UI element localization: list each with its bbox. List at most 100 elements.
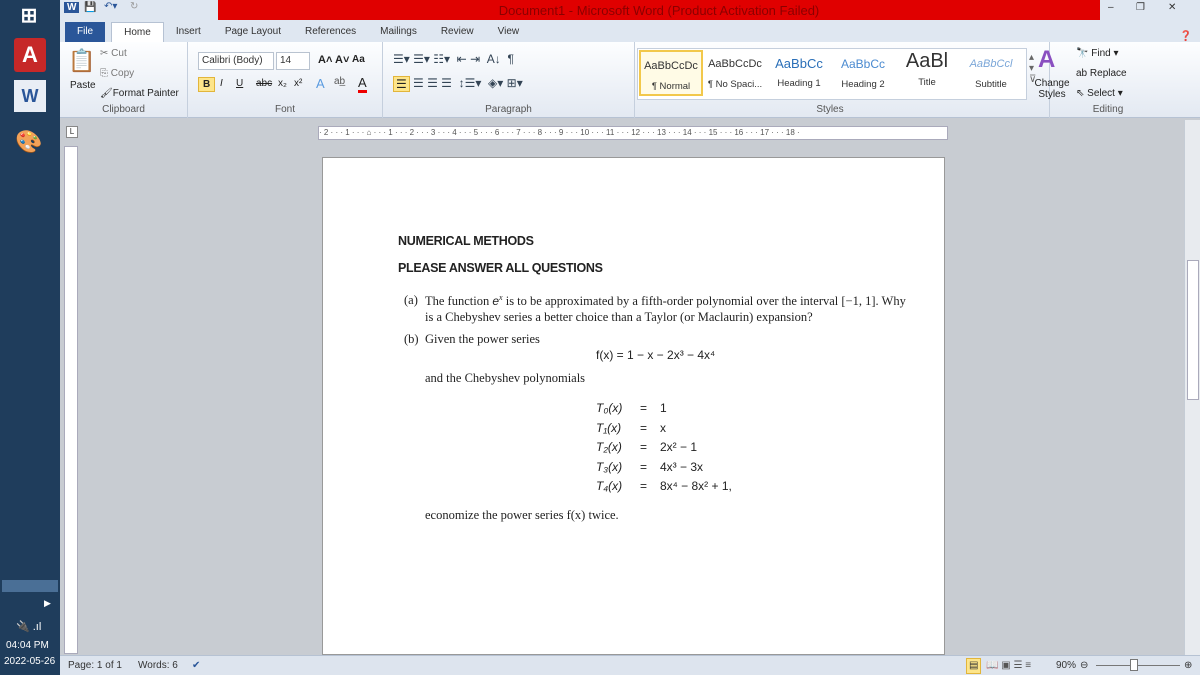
tab-selector[interactable]: L (66, 126, 78, 138)
zoom-slider[interactable] (1096, 665, 1180, 666)
view-mode-icons[interactable]: 📖 ▣ ☰ ≡ (986, 656, 1031, 675)
underline-button[interactable]: U (236, 78, 243, 89)
change-styles-icon[interactable]: A (1038, 46, 1055, 74)
style-normal[interactable]: AaBbCcDc ¶ Normal (639, 50, 703, 96)
tab-view[interactable]: View (486, 22, 532, 42)
select-button[interactable]: ⇖ Select ▾ (1076, 88, 1123, 99)
proofing-icon[interactable]: ✔ (192, 656, 200, 675)
window-title: Document1 - Microsoft Word (Product Acti… (218, 0, 1100, 20)
grow-font-icon[interactable]: A˄ A˅ (318, 54, 349, 66)
windows-start-icon[interactable]: ⊞ (6, 0, 52, 30)
text-effects-icon[interactable]: A (316, 76, 325, 91)
find-button[interactable]: 🔭 Find ▾ (1076, 48, 1119, 59)
undo-icon[interactable]: ↶▾ (104, 1, 117, 12)
help-icon[interactable]: ❓ (1180, 31, 1192, 42)
document-page[interactable]: NUMERICAL METHODS PLEASE ANSWER ALL QUES… (322, 157, 945, 655)
list-icons[interactable]: ☰▾ ☰▾ ☷▾ ⇤ ⇥ A↓ ¶ (393, 52, 514, 66)
zoom-in-button[interactable]: ⊕ (1184, 656, 1192, 675)
redo-icon[interactable]: ↻ (130, 1, 138, 12)
format-painter-button[interactable]: 🖌Format Painter (100, 88, 179, 99)
chebyshev-rhs: 8x⁴ − 8x² + 1, (660, 479, 732, 493)
scrollbar-thumb[interactable] (1187, 260, 1199, 400)
question-a-line1: The function ex is to be approximated by… (425, 293, 906, 309)
style-no-spacing[interactable]: AaBbCcDc ¶ No Spaci... (703, 50, 767, 96)
superscript-button[interactable]: x² (294, 78, 302, 89)
chebyshev-row: T₀(x) = 1 (596, 399, 732, 419)
change-styles-button[interactable]: Change Styles (1030, 78, 1074, 100)
binoculars-icon: 🔭 (1076, 48, 1092, 59)
paint-icon[interactable]: 🎨 (6, 122, 52, 162)
chebyshev-lhs: T₄(x) (596, 479, 623, 493)
cut-button[interactable]: ✂ Cut (100, 48, 127, 59)
chebyshev-rhs: 4x³ − 3x (660, 459, 704, 474)
word-count[interactable]: Words: 6 (138, 656, 178, 675)
style-title[interactable]: AaBl Title (895, 50, 959, 96)
status-bar: Page: 1 of 1 Words: 6 ✔ ▤ 📖 ▣ ☰ ≡ 90% ⊖ … (60, 655, 1200, 675)
tab-file[interactable]: File (65, 22, 106, 42)
question-a-line2: is a Chebyshev series a better choice th… (425, 310, 813, 324)
save-icon[interactable]: 💾 (84, 2, 96, 13)
clipboard-label: Clipboard (102, 104, 145, 115)
restore-button[interactable]: ❐ (1136, 2, 1145, 13)
styles-group: AaBbCcDc ¶ Normal AaBbCcDc ¶ No Spaci... A… (635, 42, 1070, 118)
scissors-icon: ✂ (100, 48, 112, 59)
chebyshev-lhs: T₀(x) (596, 401, 623, 415)
font-name-select[interactable]: Calibri (Body) (198, 52, 274, 70)
equals-sign: = (640, 440, 648, 454)
zoom-out-button[interactable]: ⊖ (1080, 656, 1088, 675)
strikethrough-button[interactable]: abc (256, 78, 272, 89)
tab-home[interactable]: Home (111, 22, 164, 42)
chebyshev-lhs: T₃(x) (596, 459, 623, 474)
vertical-ruler[interactable] (64, 146, 78, 654)
align-left-icon[interactable]: ☰ (393, 76, 410, 92)
paragraph-group: ☰▾ ☰▾ ☷▾ ⇤ ⇥ A↓ ¶ ☰ ☰ ☰ ☰ ↕☰▾ ◈▾ ⊞▾ Para… (383, 42, 635, 118)
styles-label: Styles (816, 104, 844, 115)
highlight-icon[interactable]: ab̲ (334, 76, 345, 87)
editing-label: Editing (1092, 104, 1124, 115)
word-icon[interactable]: W (14, 80, 46, 112)
tab-references[interactable]: References (293, 22, 368, 42)
replace-icon: ab (1076, 68, 1090, 79)
font-color-icon[interactable]: A (358, 75, 367, 93)
doc-heading-2: PLEASE ANSWER ALL QUESTIONS (398, 261, 603, 275)
tab-review[interactable]: Review (429, 22, 486, 42)
expand-arrow-icon[interactable]: ▶ (44, 598, 51, 609)
tab-mailings[interactable]: Mailings (368, 22, 429, 42)
zoom-level[interactable]: 90% (1056, 656, 1076, 675)
clock-date: 2022-05-26 (4, 656, 56, 667)
tab-page-layout[interactable]: Page Layout (213, 22, 293, 42)
minimize-button[interactable]: – (1108, 2, 1114, 13)
style-subtitle[interactable]: AaBbCcl Subtitle (959, 50, 1023, 96)
style-heading-1[interactable]: AaBbCc Heading 1 (767, 50, 831, 96)
copy-button[interactable]: ⎘ Copy (100, 68, 134, 79)
tab-insert[interactable]: Insert (164, 22, 213, 42)
horizontal-ruler[interactable]: · 2 · · · 1 · · · ⌂ · · · 1 · · · 2 · · … (318, 126, 948, 140)
style-heading-2[interactable]: AaBbCc Heading 2 (831, 50, 895, 96)
equals-sign: = (640, 420, 648, 435)
paragraph-label: Paragraph (485, 104, 532, 115)
print-layout-icon[interactable]: ▤ (966, 658, 982, 674)
italic-button[interactable]: I (220, 78, 223, 89)
close-button[interactable]: ✕ (1168, 2, 1176, 13)
taskbar: ⊞ A W 🎨 ▶ 🔌 .ıl 04:04 PM 2022-05-26 (0, 0, 60, 675)
font-size-select[interactable]: 14 (276, 52, 310, 70)
paste-button[interactable]: Paste (70, 80, 96, 91)
vertical-scrollbar[interactable] (1184, 120, 1200, 655)
change-case-button[interactable]: Aa (352, 54, 365, 65)
taskbar-scrollbar[interactable] (2, 580, 58, 592)
chebyshev-row: T₂(x) = 2x² − 1 (596, 438, 732, 458)
acrobat-icon[interactable]: A (14, 38, 46, 72)
zoom-slider-thumb[interactable] (1130, 659, 1138, 671)
chebyshev-rhs: 2x² − 1 (660, 440, 698, 454)
page-count[interactable]: Page: 1 of 1 (68, 656, 122, 675)
word-logo-icon: W (64, 2, 80, 13)
chebyshev-row: T₁(x) = x (596, 419, 732, 439)
replace-button[interactable]: ab Replace (1076, 68, 1127, 79)
closing-instruction: economize the power series f(x) twice. (425, 508, 619, 522)
bold-button[interactable]: B (198, 77, 216, 92)
alignment-icons[interactable]: ☰ ☰ ☰ ↕☰▾ ◈▾ ⊞▾ (413, 76, 523, 90)
subscript-button[interactable]: x₂ (278, 78, 287, 89)
chebyshev-lhs: T₂(x) (596, 440, 622, 454)
paste-icon[interactable]: 📋 (68, 48, 95, 74)
cursor-icon: ⇖ (1076, 88, 1088, 99)
